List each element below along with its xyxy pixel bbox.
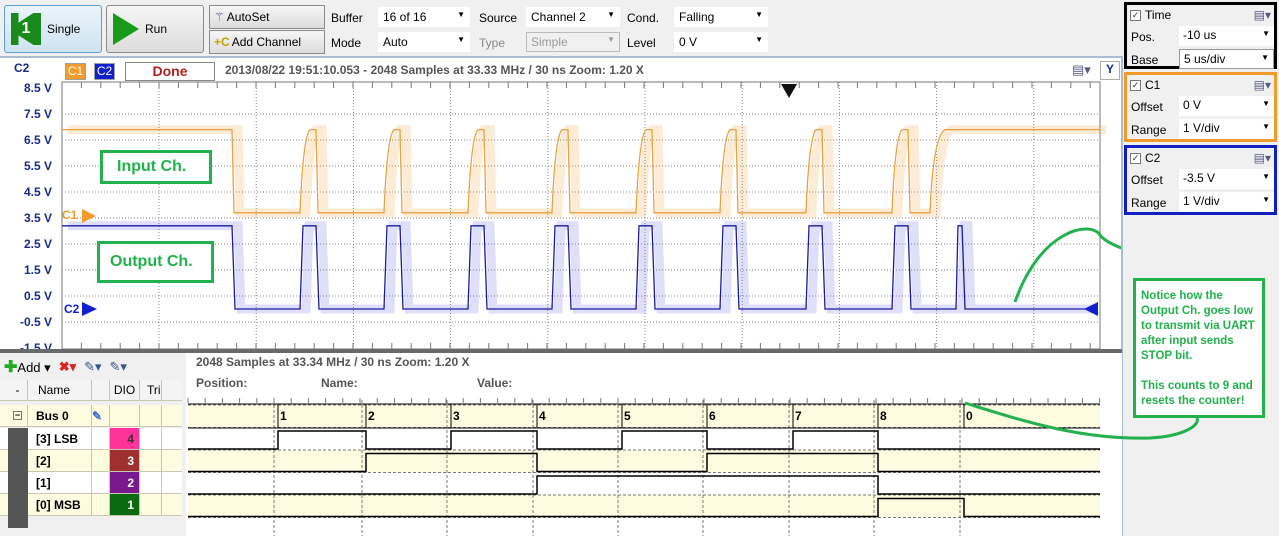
- c2-panel: ✓ C2 ▤▾ Offset -3.5 V ▼ Range 1 V/div ▼: [1124, 145, 1277, 215]
- range-value: 1 V/div: [1183, 194, 1220, 208]
- offset-value: -3.5 V: [1183, 171, 1216, 185]
- bus-value: 2: [368, 409, 375, 423]
- note-text-1: Notice how the Output Ch. goes low to tr…: [1141, 290, 1255, 362]
- c1-range-field[interactable]: 1 V/div ▼: [1179, 119, 1274, 139]
- bus-value: 1: [280, 409, 287, 423]
- panel-options-icon[interactable]: ▤▾: [1254, 8, 1271, 22]
- c2-title: C2: [1145, 151, 1161, 165]
- pos-label: Pos.: [1131, 30, 1156, 44]
- range-label: Range: [1131, 196, 1167, 210]
- c1-panel: ✓ C1 ▤▾ Offset 0 V ▼ Range 1 V/div ▼: [1124, 72, 1277, 142]
- time-title: Time: [1145, 8, 1172, 22]
- c2-offset-field[interactable]: -3.5 V ▼: [1179, 169, 1274, 189]
- offset-label: Offset: [1131, 100, 1163, 114]
- range-label: Range: [1131, 123, 1167, 137]
- bus-value: 6: [709, 409, 716, 423]
- base-value: 5 us/div: [1184, 52, 1226, 66]
- pos-value: -10 us: [1183, 28, 1217, 42]
- c1-offset-field[interactable]: 0 V ▼: [1179, 96, 1274, 116]
- base-field[interactable]: 5 us/div ▼: [1179, 49, 1274, 69]
- c1-checkbox[interactable]: ✓: [1130, 79, 1141, 91]
- c2-checkbox[interactable]: ✓: [1130, 152, 1141, 164]
- panel-options-icon[interactable]: ▤▾: [1254, 151, 1271, 165]
- bus-value: 0: [966, 409, 973, 423]
- time-checkbox[interactable]: ✓: [1130, 9, 1141, 21]
- logic-waveforms[interactable]: [0, 0, 1122, 536]
- panel-options-icon[interactable]: ▤▾: [1254, 78, 1271, 92]
- bus-value: 3: [453, 409, 460, 423]
- dropdown-arrow-icon: ▼: [1262, 195, 1270, 204]
- bus-value: 5: [624, 409, 631, 423]
- range-value: 1 V/div: [1183, 121, 1220, 135]
- offset-value: 0 V: [1183, 98, 1202, 112]
- bus-value: 4: [539, 409, 546, 423]
- dropdown-arrow-icon: ▼: [1262, 122, 1270, 131]
- pos-field[interactable]: -10 us ▼: [1179, 26, 1274, 46]
- dropdown-arrow-icon: ▼: [1262, 99, 1270, 108]
- base-label: Base: [1131, 53, 1159, 67]
- bus-value: 7: [795, 409, 802, 423]
- dropdown-arrow-icon: ▼: [1262, 172, 1270, 181]
- dropdown-arrow-icon: ▼: [1261, 53, 1269, 62]
- note-annotation: Notice how the Output Ch. goes low to tr…: [1133, 278, 1265, 418]
- note-text-2: This counts to 9 and resets the counter!: [1141, 380, 1253, 407]
- dropdown-arrow-icon: ▼: [1262, 29, 1270, 38]
- offset-label: Offset: [1131, 173, 1163, 187]
- c1-title: C1: [1145, 78, 1161, 92]
- c2-range-field[interactable]: 1 V/div ▼: [1179, 192, 1274, 212]
- time-panel: ✓ Time ▤▾ Pos. -10 us ▼ Base 5 us/div ▼: [1124, 2, 1277, 69]
- bus-value: 8: [880, 409, 887, 423]
